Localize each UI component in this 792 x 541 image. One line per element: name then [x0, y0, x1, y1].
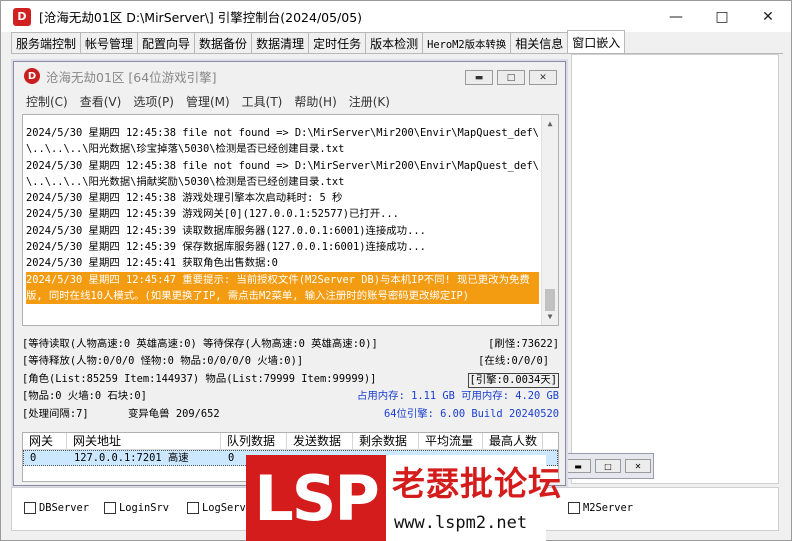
- menu-help[interactable]: 帮助(H): [294, 93, 336, 110]
- checkbox-loginsrv[interactable]: LoginSrv: [104, 502, 169, 514]
- stat-memory: 占用内存: 1.11 GB 可用内存: 4.20 GB: [357, 390, 559, 403]
- gw-cell-address: 127.0.0.1:7201 高速: [74, 452, 189, 464]
- gw-col-remaining[interactable]: 剩余数据: [353, 433, 419, 449]
- log-line: 2024/5/30 星期四 12:45:39 保存数据库服务器(127.0.0.…: [26, 241, 426, 254]
- minimize-icon[interactable]: ▬: [565, 459, 591, 473]
- tab-related-info[interactable]: 相关信息: [510, 32, 569, 54]
- main-tabs: 服务端控制 帐号管理 配置向导 数据备份 数据清理 定时任务 版本检测 Hero…: [11, 30, 626, 54]
- close-icon[interactable]: ✕: [625, 459, 651, 473]
- checkbox-m2server[interactable]: M2Server: [568, 502, 633, 514]
- stat-interval: [处理间隔:7]: [22, 407, 89, 420]
- embed-area: [571, 54, 779, 484]
- tab-scheduled-tasks[interactable]: 定时任务: [308, 32, 367, 54]
- window-title: [沧海无劫01区 D:\MirServer\] 引擎控制台(2024/05/05…: [39, 10, 363, 25]
- menu-manage[interactable]: 管理(M): [186, 93, 230, 110]
- minimize-icon[interactable]: —: [653, 1, 699, 32]
- watermark-url: www.lspm2.net: [394, 513, 528, 533]
- scroll-up-arrow-icon[interactable]: ▲: [542, 115, 558, 132]
- menu-view[interactable]: 查看(V): [80, 93, 122, 110]
- tab-server-control[interactable]: 服务端控制: [11, 32, 82, 54]
- stat-monster: 变异龟兽 209/652: [128, 407, 220, 420]
- engine-stats: [等待读取(人物高速:0 英雄高速:0) 等待保存(人物高速:0 英雄高速:0)…: [22, 336, 559, 423]
- second-embedded-window: ▬ □ ✕: [556, 453, 654, 479]
- maximize-icon[interactable]: □: [497, 70, 525, 85]
- log-line: 2024/5/30 星期四 12:45:41 获取角色出售数据:0: [26, 257, 278, 270]
- log-line: 2024/5/30 星期四 12:45:38 file not found =>…: [26, 127, 539, 139]
- watermark-name: 老瑟批论坛: [392, 464, 562, 503]
- tab-data-cleanup[interactable]: 数据清理: [251, 32, 310, 54]
- watermark-logo: LSP: [246, 455, 386, 541]
- log-line: \..\..\..\阳光数据\捐献奖励\5030\检测是否已经创建目录.txt: [26, 175, 345, 188]
- gw-cell-gateway: 0: [30, 452, 37, 464]
- log-line: 2024/5/30 星期四 12:45:38 file not found =>…: [26, 159, 539, 172]
- forum-watermark: LSP 老瑟批论坛 www.lspm2.net: [246, 455, 561, 541]
- log-scrollbar[interactable]: ▲ ▼: [541, 115, 558, 325]
- engine-logo-icon: D: [24, 68, 40, 84]
- stat-engine-uptime: [引擎:0.0034天]: [467, 372, 559, 388]
- tab-account-manage[interactable]: 帐号管理: [80, 32, 139, 54]
- log-highlight-warning: 2024/5/30 星期四 12:45:47 重要提示: 当前授权文件(M2Se…: [26, 271, 539, 305]
- log-console[interactable]: 2024/5/30 星期四 12:45:38 file not found =>…: [22, 114, 559, 326]
- gw-col-gateway[interactable]: 网关: [23, 433, 67, 449]
- stat-spawn: [刷怪:73622]: [488, 338, 559, 350]
- gw-col-queue[interactable]: 队列数据: [221, 433, 287, 449]
- maximize-icon[interactable]: □: [595, 459, 621, 473]
- tab-herom2-convert[interactable]: HeroM2版本转换: [422, 32, 512, 54]
- stat-objects: [物品:0 火墙:0 石块:0]: [22, 390, 147, 403]
- gw-col-sent[interactable]: 发送数据: [287, 433, 353, 449]
- menu-options[interactable]: 选项(P): [133, 93, 174, 110]
- stat-wait-queue: [等待读取(人物高速:0 英雄高速:0) 等待保存(人物高速:0 英雄高速:0)…: [22, 338, 378, 350]
- engine-window: D 沧海无劫01区 [64位游戏引擎] ▬ □ ✕ 控制(C) 查看(V) 选项…: [13, 61, 566, 486]
- log-line: 2024/5/30 星期四 12:45:39 游戏网关[0](127.0.0.1…: [26, 208, 399, 221]
- engine-menubar: 控制(C) 查看(V) 选项(P) 管理(M) 工具(T) 帮助(H) 注册(K…: [14, 90, 565, 112]
- log-line: \..\..\..\阳光数据\珍宝掉落\5030\检测是否已经创建目录.txt: [26, 143, 345, 156]
- title-bar[interactable]: D [沧海无劫01区 D:\MirServer\] 引擎控制台(2024/05/…: [1, 1, 791, 32]
- minimize-icon[interactable]: ▬: [465, 70, 493, 85]
- gw-col-max-users[interactable]: 最高人数: [483, 433, 543, 449]
- log-line: 2024/5/30 星期四 12:45:38 游戏处理引擎本次启动耗时: 5 秒: [26, 192, 343, 205]
- menu-control[interactable]: 控制(C): [26, 93, 68, 110]
- gw-col-address[interactable]: 网关地址: [67, 433, 221, 449]
- close-icon[interactable]: ✕: [529, 70, 557, 85]
- stat-online: [在线:0/0/0]: [478, 355, 549, 368]
- scroll-down-arrow-icon[interactable]: ▼: [542, 308, 558, 325]
- checkbox-dbserver[interactable]: DBServer: [24, 502, 89, 514]
- app-logo-icon: D: [13, 7, 31, 26]
- tab-data-backup[interactable]: 数据备份: [194, 32, 253, 54]
- engine-title: 沧海无劫01区 [64位游戏引擎]: [46, 69, 217, 85]
- tab-config-wizard[interactable]: 配置向导: [137, 32, 196, 54]
- log-line: 2024/5/30 星期四 12:45:39 读取数据库服务器(127.0.0.…: [26, 224, 426, 237]
- engine-title-bar[interactable]: D 沧海无劫01区 [64位游戏引擎] ▬ □ ✕: [14, 62, 565, 90]
- maximize-icon[interactable]: □: [699, 1, 745, 32]
- gw-col-avg-flow[interactable]: 平均流量: [419, 433, 483, 449]
- tab-version-check[interactable]: 版本检测: [365, 32, 424, 54]
- close-icon[interactable]: ✕: [745, 1, 791, 32]
- stat-role-items: [角色(List:85259 Item:144937) 物品(List:7999…: [22, 372, 377, 385]
- menu-tools[interactable]: 工具(T): [242, 93, 283, 110]
- menu-register[interactable]: 注册(K): [349, 93, 390, 110]
- engine-console-window: D [沧海无劫01区 D:\MirServer\] 引擎控制台(2024/05/…: [0, 0, 792, 541]
- stat-engine-build: 64位引擎: 6.00 Build 20240520: [383, 407, 559, 420]
- stat-wait-release: [等待释放(人物:0/0/0 怪物:0 物品:0/0/0/0 火墙:0)]: [22, 355, 304, 368]
- tab-window-embed[interactable]: 窗口嵌入: [567, 30, 626, 53]
